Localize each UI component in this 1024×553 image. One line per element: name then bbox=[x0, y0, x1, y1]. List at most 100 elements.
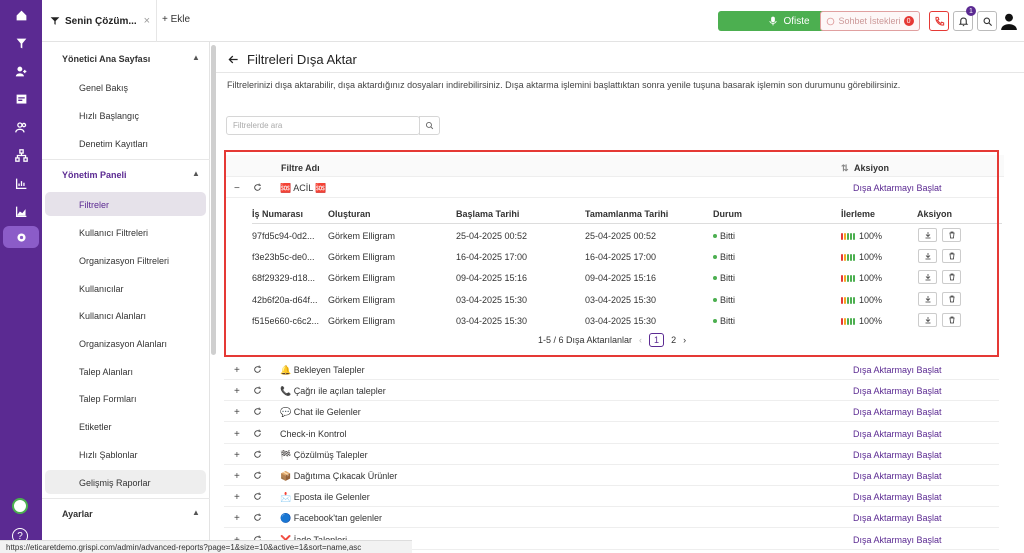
contacts-icon[interactable] bbox=[0, 116, 42, 138]
main-content: Filtreleri Dışa Aktar Filtrelerinizi dış… bbox=[216, 42, 1024, 553]
refresh-icon[interactable] bbox=[253, 450, 262, 459]
phone-button[interactable] bbox=[929, 11, 949, 31]
start-export-link[interactable]: Dışa Aktarmayı Başlat bbox=[853, 365, 942, 375]
home-icon[interactable] bbox=[0, 4, 42, 26]
sidebar-item-filters[interactable]: Filtreler bbox=[79, 200, 109, 210]
status-url: https://eticaretdemo.grispi.com/admin/ad… bbox=[0, 540, 412, 553]
office-status-label: Ofiste bbox=[783, 15, 810, 27]
sidebar-item-advanced-reports[interactable]: Gelişmiş Raporlar bbox=[79, 478, 151, 488]
sidebar-item-ticket-fields[interactable]: Talep Alanları bbox=[79, 367, 133, 377]
chat-status-icon[interactable] bbox=[12, 498, 28, 514]
sidebar-item-ticket-forms[interactable]: Talep Formları bbox=[79, 394, 137, 404]
sidebar-item-org-filters[interactable]: Organizasyon Filtreleri bbox=[79, 256, 169, 266]
chevron-up-icon[interactable]: ▲ bbox=[192, 508, 200, 517]
refresh-icon[interactable] bbox=[253, 365, 262, 374]
search-icon bbox=[425, 121, 434, 130]
table-row[interactable]: + 🔵 Facebook'tan gelenler Dışa Aktarmayı B… bbox=[224, 507, 999, 529]
filter-icon[interactable] bbox=[0, 32, 42, 54]
start-export-link[interactable]: Dışa Aktarmayı Başlat bbox=[853, 535, 942, 545]
global-search-button[interactable] bbox=[977, 11, 997, 31]
start-export-link[interactable]: Dışa Aktarmayı Başlat bbox=[853, 429, 942, 439]
page-header: Filtreleri Dışa Aktar bbox=[228, 52, 357, 67]
refresh-icon[interactable] bbox=[253, 471, 262, 480]
filter-search-input[interactable]: Filtrelerde ara bbox=[226, 116, 420, 135]
divider bbox=[42, 159, 210, 160]
section-admin-home[interactable]: Yönetici Ana Sayfası bbox=[62, 54, 150, 64]
section-settings[interactable]: Ayarlar bbox=[62, 509, 93, 519]
filter-name: 📦 Dağıtıma Çıkacak Ürünler bbox=[280, 471, 398, 481]
chat-requests-count: 0 bbox=[903, 16, 914, 26]
chat-requests-button[interactable]: Sohbet İstekleri 0 bbox=[820, 11, 920, 31]
tab-current[interactable]: Senin Çözüm... × bbox=[42, 0, 157, 42]
divider bbox=[42, 498, 210, 499]
sidebar-item-user-fields[interactable]: Kullanıcı Alanları bbox=[79, 311, 146, 321]
refresh-icon[interactable] bbox=[253, 429, 262, 438]
users-icon[interactable] bbox=[0, 60, 42, 82]
sidebar-item-user-filters[interactable]: Kullanıcı Filtreleri bbox=[79, 228, 148, 238]
expand-icon[interactable]: + bbox=[234, 407, 240, 418]
chevron-up-icon[interactable]: ▲ bbox=[192, 169, 200, 178]
table-row[interactable]: + 🔔 Bekleyen Talepler Dışa Aktarmayı Başla… bbox=[224, 359, 999, 380]
sidebar-item-quick-templates[interactable]: Hızlı Şablonlar bbox=[79, 450, 138, 460]
back-arrow-icon[interactable] bbox=[228, 54, 239, 65]
filter-name: 💬 Chat ile Gelenler bbox=[280, 407, 361, 418]
filter-name: 🏁 Çözülmüş Talepler bbox=[280, 449, 368, 460]
tab-close-icon[interactable]: × bbox=[144, 15, 150, 27]
chat-requests-label: Sohbet İstekleri bbox=[838, 16, 901, 26]
filter-name: 🔵 Facebook'tan gelenler bbox=[280, 513, 382, 524]
sidebar-item-audit-logs[interactable]: Denetim Kayıtları bbox=[79, 139, 148, 149]
expand-icon[interactable]: + bbox=[234, 386, 240, 397]
notifications-button[interactable]: 1 bbox=[953, 6, 976, 31]
phone-icon bbox=[934, 16, 944, 26]
report-icon[interactable] bbox=[0, 88, 42, 110]
expand-icon[interactable]: + bbox=[234, 450, 240, 461]
table-row[interactable]: + 📩 Eposta ile Gelenler Dışa Aktarmayı Baş… bbox=[224, 486, 999, 508]
start-export-link[interactable]: Dışa Aktarmayı Başlat bbox=[853, 386, 942, 396]
expand-icon[interactable]: + bbox=[234, 365, 240, 376]
refresh-icon[interactable] bbox=[253, 492, 262, 501]
expand-icon[interactable]: + bbox=[234, 471, 240, 482]
start-export-link[interactable]: Dışa Aktarmayı Başlat bbox=[853, 513, 942, 523]
search-icon bbox=[983, 17, 992, 26]
start-export-link[interactable]: Dışa Aktarmayı Başlat bbox=[853, 407, 942, 417]
section-management[interactable]: Yönetim Paneli bbox=[62, 170, 127, 180]
filter-search-button[interactable] bbox=[419, 116, 440, 135]
app-rail: ? bbox=[0, 0, 42, 553]
filter-tab-icon bbox=[50, 17, 60, 25]
sidebar-item-users[interactable]: Kullanıcılar bbox=[79, 284, 124, 294]
start-export-link[interactable]: Dışa Aktarmayı Başlat bbox=[853, 450, 942, 460]
expand-icon[interactable]: + bbox=[234, 429, 240, 440]
filter-name: 🔔 Bekleyen Talepler bbox=[280, 365, 365, 375]
filter-name: 📞 Çağrı ile açılan talepler bbox=[280, 386, 386, 397]
settings-icon[interactable] bbox=[3, 226, 39, 248]
org-icon[interactable] bbox=[0, 144, 42, 166]
start-export-link[interactable]: Dışa Aktarmayı Başlat bbox=[853, 471, 942, 481]
add-tab-button[interactable]: + Ekle bbox=[162, 14, 190, 25]
refresh-icon[interactable] bbox=[253, 386, 262, 395]
chart-area-icon[interactable] bbox=[0, 200, 42, 222]
avatar[interactable] bbox=[1000, 12, 1018, 30]
top-bar: Senin Çözüm... × + Ekle Ofiste Sohbet İs… bbox=[42, 0, 1024, 42]
table-row[interactable]: + Check-in Kontrol Dışa Aktarmayı Başlat bbox=[224, 423, 999, 444]
chart-icon[interactable] bbox=[0, 172, 42, 194]
expand-icon[interactable]: + bbox=[234, 492, 240, 503]
start-export-link[interactable]: Dışa Aktarmayı Başlat bbox=[853, 492, 942, 502]
table-row[interactable]: + 📦 Dağıtıma Çıkacak Ürünler Dışa Aktarmay… bbox=[224, 465, 999, 486]
admin-sidebar: Yönetici Ana Sayfası ▲ Genel Bakış Hızlı… bbox=[42, 42, 210, 553]
chevron-up-icon[interactable]: ▲ bbox=[192, 53, 200, 62]
sidebar-item-quickstart[interactable]: Hızlı Başlangıç bbox=[79, 111, 139, 121]
expand-icon[interactable]: + bbox=[234, 513, 240, 524]
chat-icon bbox=[827, 17, 835, 25]
sidebar-item-org-fields[interactable]: Organizasyon Alanları bbox=[79, 339, 167, 349]
page-description: Filtrelerinizi dışa aktarabilir, dışa ak… bbox=[227, 80, 901, 90]
sidebar-item-overview[interactable]: Genel Bakış bbox=[79, 83, 128, 93]
table-row[interactable]: + 🏁 Çözülmüş Talepler Dışa Aktarmayı Başla… bbox=[224, 444, 999, 465]
sidebar-item-selected-bg bbox=[45, 192, 206, 216]
sidebar-item-tags[interactable]: Etiketler bbox=[79, 422, 112, 432]
refresh-icon[interactable] bbox=[253, 407, 262, 416]
bell-icon bbox=[958, 17, 968, 26]
filter-name: 📩 Eposta ile Gelenler bbox=[280, 492, 370, 503]
refresh-icon[interactable] bbox=[253, 513, 262, 522]
table-row[interactable]: + 📞 Çağrı ile açılan talepler Dışa Aktarma… bbox=[224, 380, 999, 402]
table-row[interactable]: + 💬 Chat ile Gelenler Dışa Aktarmayı Başla… bbox=[224, 401, 999, 423]
